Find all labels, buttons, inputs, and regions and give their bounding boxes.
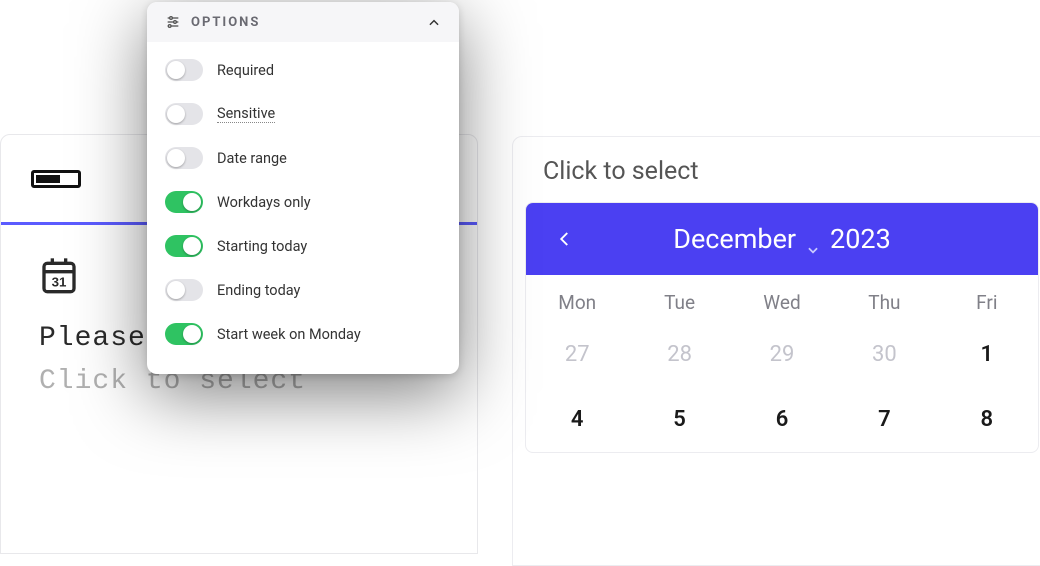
option-label: Required <box>217 62 274 79</box>
dayname: Wed <box>731 291 833 314</box>
option-label: Workdays only <box>217 194 311 211</box>
svg-text:31: 31 <box>52 275 67 290</box>
calendar-widget: December 2023 MonTueWedThuFri 272829301 4… <box>525 202 1039 453</box>
options-list: Required Sensitive Date range Workdays only… <box>147 42 459 374</box>
date-cell[interactable]: 4 <box>526 387 628 452</box>
date-cell: 29 <box>731 322 833 387</box>
calendar-card: Click to select December 2023 MonTueWedT… <box>512 136 1040 566</box>
date-cell[interactable]: 8 <box>936 387 1038 452</box>
option-row-ending-today: Ending today <box>165 268 441 312</box>
date-cell[interactable]: 7 <box>833 387 935 452</box>
toggle-date-range[interactable] <box>165 147 203 169</box>
date-cell: 28 <box>628 322 730 387</box>
option-row-workdays-only: Workdays only <box>165 180 441 224</box>
toggle-required[interactable] <box>165 59 203 81</box>
option-row-start-week-monday: Start week on Monday <box>165 312 441 356</box>
toggle-starting-today[interactable] <box>165 235 203 257</box>
calendar-grid: 272829301 45678 <box>526 322 1038 452</box>
toggle-ending-today[interactable] <box>165 279 203 301</box>
toggle-start-week-monday[interactable] <box>165 323 203 345</box>
option-label: Ending today <box>217 282 300 299</box>
date-cell: 27 <box>526 322 628 387</box>
year-label[interactable]: 2023 <box>830 223 891 255</box>
options-header[interactable]: OPTIONS <box>147 2 459 42</box>
date-cell[interactable]: 5 <box>628 387 730 452</box>
chevron-up-icon <box>427 15 441 29</box>
dayname: Tue <box>628 291 730 314</box>
date-cell[interactable]: 1 <box>936 322 1038 387</box>
option-row-starting-today: Starting today <box>165 224 441 268</box>
option-label: Start week on Monday <box>217 326 361 343</box>
toggle-workdays-only[interactable] <box>165 191 203 213</box>
options-panel: OPTIONS Required Sensitive Date range Workd… <box>147 2 459 374</box>
calendar-daynames: MonTueWedThuFri <box>526 275 1038 322</box>
calendar-icon: 31 <box>39 255 79 295</box>
chevron-down-icon <box>806 232 820 246</box>
sliders-icon <box>165 14 181 30</box>
calendar-header: December 2023 <box>526 203 1038 275</box>
option-label: Starting today <box>217 238 307 255</box>
calendar-select-field[interactable]: Click to select <box>513 137 1040 202</box>
option-row-date-range: Date range <box>165 136 441 180</box>
date-cell[interactable]: 6 <box>731 387 833 452</box>
option-row-sensitive: Sensitive <box>165 92 441 136</box>
month-select[interactable]: December <box>673 223 796 255</box>
toggle-sensitive[interactable] <box>165 103 203 125</box>
prev-month-button[interactable] <box>556 230 574 248</box>
options-title: OPTIONS <box>191 15 260 30</box>
dayname: Mon <box>526 291 628 314</box>
progress-indicator <box>31 170 81 188</box>
date-cell: 30 <box>833 322 935 387</box>
option-label: Date range <box>217 150 287 167</box>
dayname: Fri <box>936 291 1038 314</box>
option-row-required: Required <box>165 48 441 92</box>
dayname: Thu <box>833 291 935 314</box>
option-label: Sensitive <box>217 105 275 123</box>
